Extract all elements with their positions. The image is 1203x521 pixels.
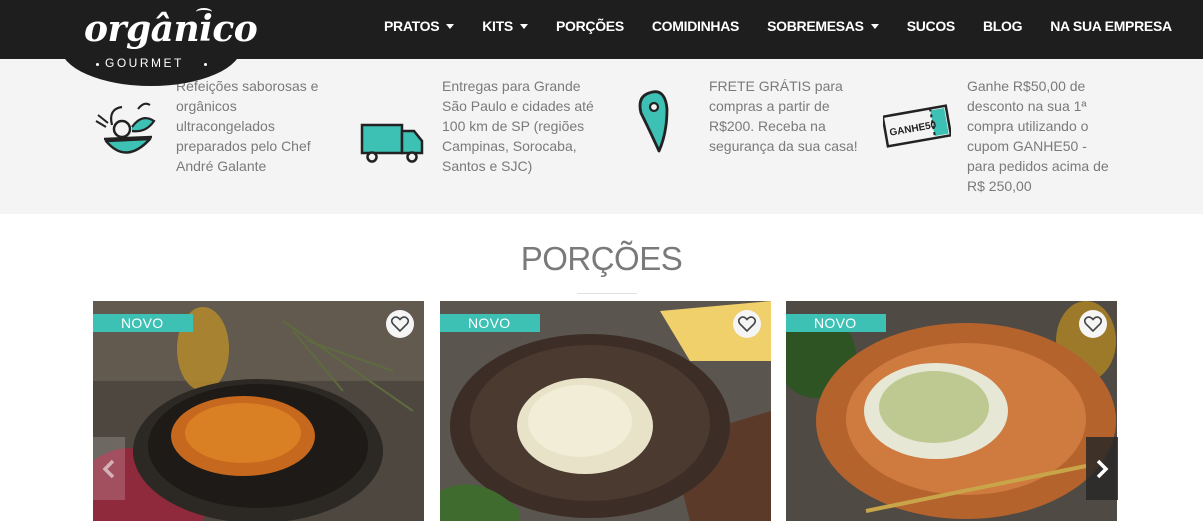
nav-item-comidinhas[interactable]: COMIDINHAS xyxy=(651,18,740,34)
logo-dot-icon xyxy=(204,63,207,66)
chevron-left-icon xyxy=(102,459,115,478)
caret-down-icon xyxy=(519,23,528,29)
new-badge: NOVO xyxy=(93,314,193,332)
feature-text: Entregas para Grande São Paulo e cidades… xyxy=(442,78,594,174)
logo-swirl-icon xyxy=(196,8,212,16)
logo-tagline: GOURMET xyxy=(105,56,184,70)
nav-label: SOBREMESAS xyxy=(767,18,864,34)
feature-coupon: GANHE50 Ganhe R$50,00 de desconto na sua… xyxy=(883,59,1115,196)
logo-dot-icon xyxy=(96,63,99,66)
carousel-prev-button[interactable] xyxy=(93,437,125,500)
nav-label: SUCOS xyxy=(906,18,956,34)
feature-text: Ganhe R$50,00 de desconto na sua 1ª comp… xyxy=(967,78,1109,194)
logo-wordmark: orgânico xyxy=(84,8,258,50)
carousel-next-button[interactable] xyxy=(1086,437,1118,500)
product-image-sweet-potato xyxy=(93,301,424,521)
nav-label: COMIDINHAS xyxy=(651,18,740,34)
product-card[interactable]: NOVO xyxy=(786,301,1117,521)
product-image-broccoli-rice xyxy=(786,301,1117,521)
new-badge: NOVO xyxy=(786,314,886,332)
feature-text: FRETE GRÁTIS para compras a partir de R$… xyxy=(709,78,858,154)
section-divider xyxy=(577,293,637,294)
nav-item-kits[interactable]: KITS xyxy=(482,18,528,34)
nav-item-porcoes[interactable]: PORÇÕES xyxy=(556,18,624,34)
favorite-heart-icon[interactable] xyxy=(386,310,414,338)
coupon-ticket-icon: GANHE50 xyxy=(883,104,951,148)
nav-item-sucos[interactable]: SUCOS xyxy=(906,18,956,34)
nav-label: PRATOS xyxy=(384,18,440,34)
chevron-right-icon xyxy=(1096,459,1109,478)
location-pin-icon xyxy=(638,90,669,153)
salad-bowl-icon xyxy=(95,102,156,154)
feature-delivery: Entregas para Grande São Paulo e cidades… xyxy=(358,59,602,176)
caret-down-icon xyxy=(446,23,455,29)
feature-free-shipping: FRETE GRÁTIS para compras a partir de R$… xyxy=(625,59,869,163)
nav-item-sobremesas[interactable]: SOBREMESAS xyxy=(767,18,879,34)
main-menu: PRATOS KITS PORÇÕES COMIDINHAS SOBREMESA… xyxy=(370,0,1186,52)
nav-item-pratos[interactable]: PRATOS xyxy=(384,18,455,34)
product-image-risotto xyxy=(440,301,771,521)
product-card[interactable]: NOVO xyxy=(440,301,771,521)
delivery-truck-icon xyxy=(360,123,424,163)
section-title: PORÇÕES xyxy=(520,240,683,277)
nav-label: NA SUA EMPRESA xyxy=(1050,18,1172,34)
favorite-heart-icon[interactable] xyxy=(1079,310,1107,338)
feature-text: Refeições saborosas e orgânicos ultracon… xyxy=(176,78,319,174)
nav-item-blog[interactable]: BLOG xyxy=(982,18,1023,34)
caret-down-icon xyxy=(870,23,879,29)
new-badge: NOVO xyxy=(440,314,540,332)
nav-label: PORÇÕES xyxy=(555,18,624,34)
nav-item-na-sua-empresa[interactable]: NA SUA EMPRESA xyxy=(1050,18,1172,34)
favorite-heart-icon[interactable] xyxy=(733,310,761,338)
nav-label: BLOG xyxy=(982,18,1023,34)
nav-label: KITS xyxy=(482,18,513,34)
product-card[interactable]: NOVO xyxy=(93,301,424,521)
